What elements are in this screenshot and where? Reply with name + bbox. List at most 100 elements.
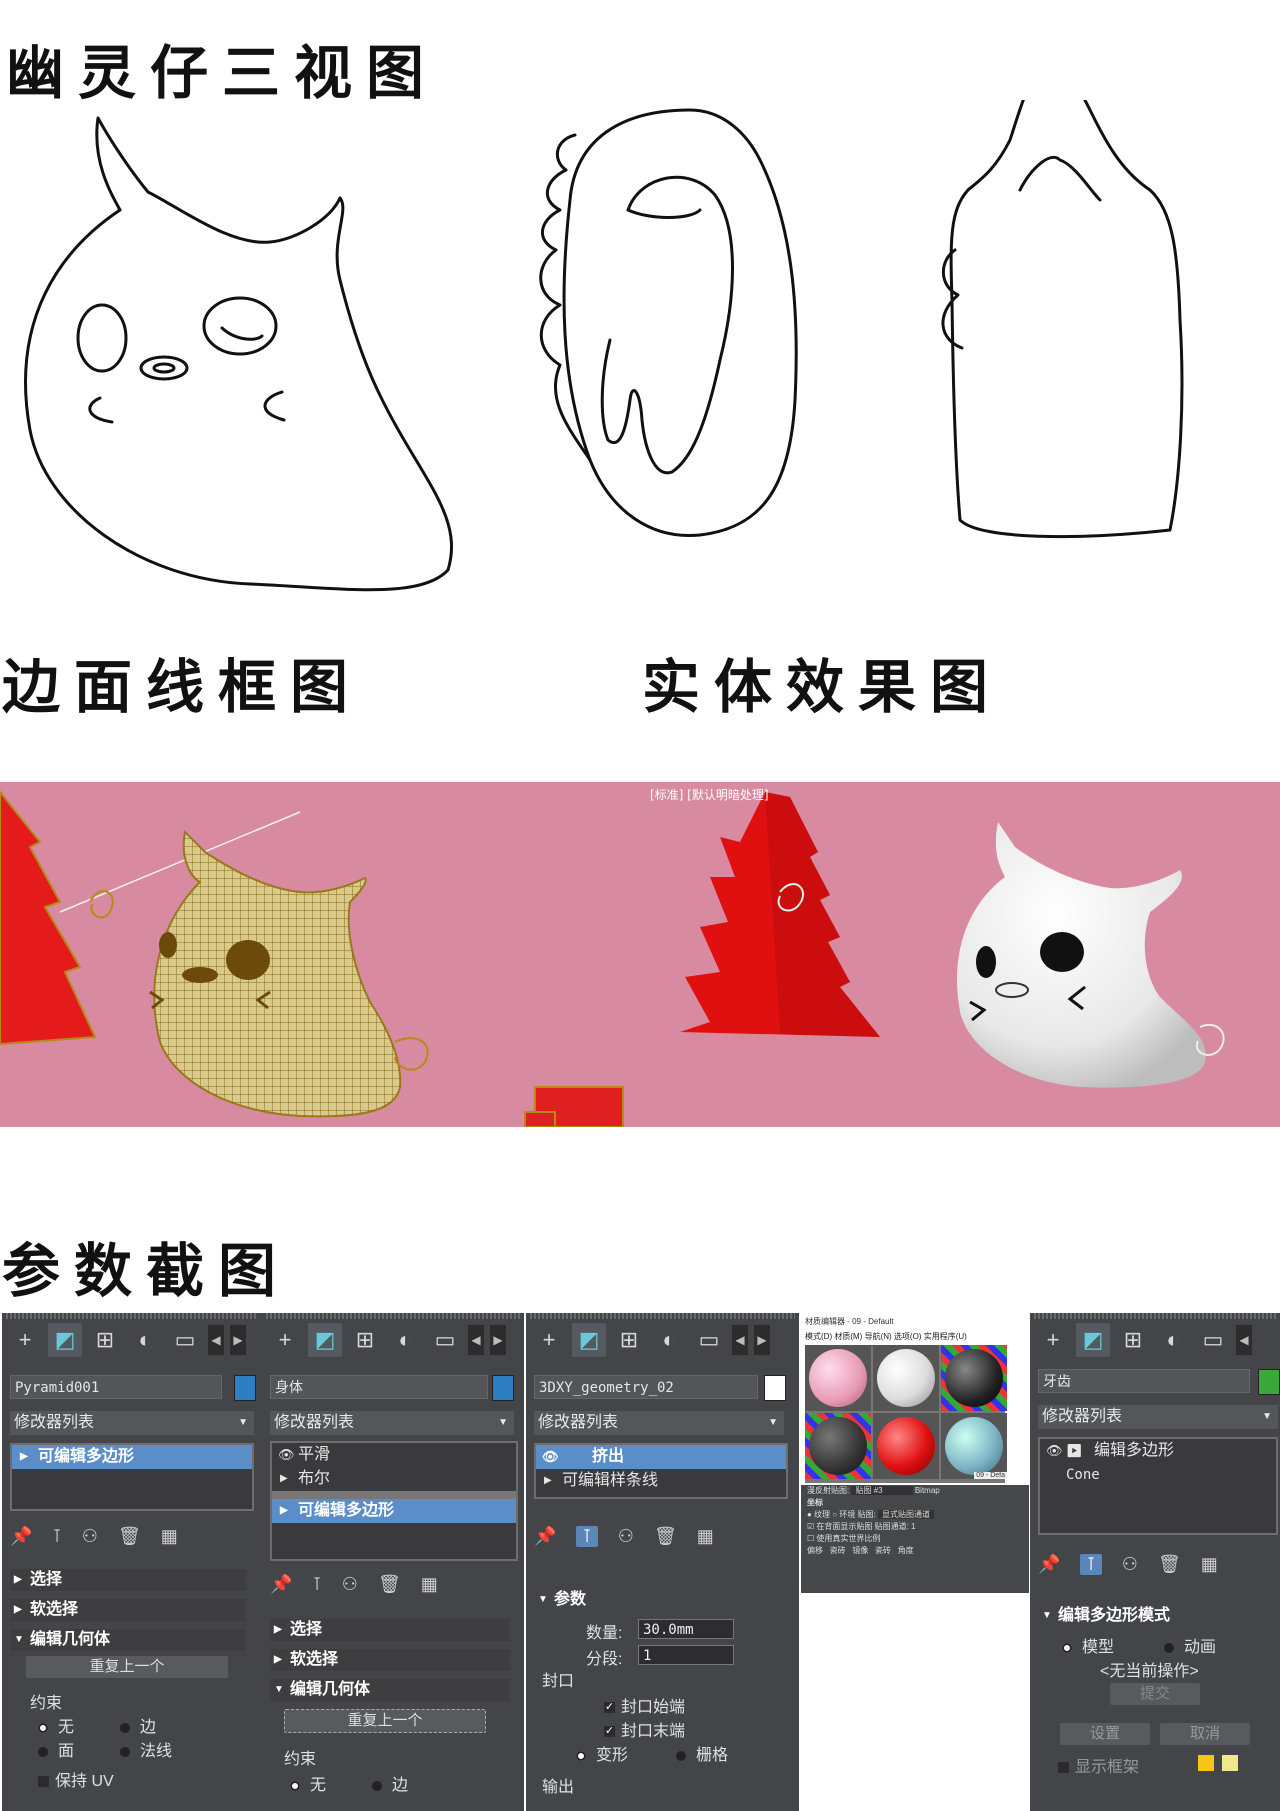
object-name-field[interactable]: 身体: [270, 1375, 488, 1399]
modifier-list-dropdown[interactable]: 修改器列表 ▼: [270, 1411, 514, 1435]
eye-icon[interactable]: 👁 ▶: [1046, 1439, 1083, 1463]
show-end-result-icon[interactable]: ⊺: [576, 1525, 598, 1547]
scroll-left-icon[interactable]: ◀: [732, 1325, 748, 1355]
make-unique-icon[interactable]: ⚇: [82, 1526, 98, 1547]
display-tab-icon[interactable]: ▭: [692, 1323, 726, 1357]
amount-spinner[interactable]: 30.0mm: [638, 1619, 734, 1639]
mapping-dropdown[interactable]: 显式贴图通道: [878, 1510, 935, 1519]
display-tab-icon[interactable]: ▭: [168, 1323, 202, 1357]
remove-modifier-icon[interactable]: 🗑: [1158, 1554, 1181, 1575]
constraint-edge-radio[interactable]: 边: [120, 1713, 156, 1737]
material-slot-checker[interactable]: [805, 1413, 871, 1479]
material-slot-white[interactable]: [873, 1345, 939, 1411]
menu-modes[interactable]: 模式(D): [805, 1332, 832, 1341]
hierarchy-tab-icon[interactable]: ⊞: [348, 1323, 382, 1357]
material-slot-pink[interactable]: [805, 1345, 871, 1411]
rollout-edit-geometry[interactable]: ▼ 编辑几何体: [270, 1679, 510, 1701]
material-slot-blue[interactable]: 09 - Defa: [941, 1413, 1007, 1479]
expand-icon[interactable]: ▶: [544, 1469, 552, 1493]
modify-tab-icon[interactable]: ◩: [1076, 1323, 1110, 1357]
hierarchy-tab-icon[interactable]: ⊞: [612, 1323, 646, 1357]
create-tab-icon[interactable]: +: [268, 1323, 302, 1357]
wireframe-viewport[interactable]: [0, 782, 640, 1127]
motion-tab-icon[interactable]: ◐: [388, 1323, 422, 1357]
hierarchy-tab-icon[interactable]: ⊞: [1116, 1323, 1150, 1357]
show-end-result-icon[interactable]: ⊺: [312, 1574, 321, 1595]
modifier-list-dropdown[interactable]: 修改器列表 ▼: [534, 1411, 784, 1435]
rollout-soft-selection[interactable]: ▶ 软选择: [10, 1599, 246, 1621]
object-color-swatch[interactable]: [492, 1375, 514, 1401]
motion-tab-icon[interactable]: ◐: [1156, 1323, 1190, 1357]
constraint-face-radio[interactable]: 面: [38, 1737, 74, 1761]
rollout-soft-selection[interactable]: ▶ 软选择: [270, 1649, 510, 1671]
configure-sets-icon[interactable]: ▦: [1201, 1554, 1218, 1575]
menu-navigation[interactable]: 导航(N): [865, 1332, 892, 1341]
create-tab-icon[interactable]: +: [8, 1323, 42, 1357]
object-name-field[interactable]: 3DXY_geometry_02: [534, 1375, 758, 1399]
scroll-left-icon[interactable]: ◀: [1236, 1325, 1252, 1355]
stack-item-boolean[interactable]: ▶ 布尔: [272, 1467, 516, 1491]
constraint-edge-radio[interactable]: 边: [372, 1771, 408, 1795]
scroll-right-icon[interactable]: ▶: [490, 1325, 506, 1355]
expand-icon[interactable]: ▶: [280, 1467, 288, 1491]
configure-sets-icon[interactable]: ▦: [421, 1574, 438, 1595]
repeat-last-button[interactable]: 重复上一个: [26, 1656, 228, 1678]
pin-stack-icon[interactable]: 📌: [270, 1574, 292, 1595]
make-unique-icon[interactable]: ⚇: [1122, 1554, 1138, 1575]
stack-item-editable-spline[interactable]: ▶ 可编辑样条线: [536, 1469, 786, 1493]
menu-material[interactable]: 材质(M): [834, 1332, 862, 1341]
make-unique-icon[interactable]: ⚇: [618, 1526, 634, 1547]
rollout-edit-geometry[interactable]: ▼ 编辑几何体: [10, 1629, 246, 1651]
cage-color-swatch-1[interactable]: [1198, 1755, 1214, 1771]
expand-icon[interactable]: ▶: [20, 1445, 28, 1469]
create-tab-icon[interactable]: +: [532, 1323, 566, 1357]
remove-modifier-icon[interactable]: 🗑: [118, 1526, 141, 1547]
material-slot-glass[interactable]: [941, 1345, 1007, 1411]
settings-button[interactable]: 设置: [1060, 1723, 1150, 1745]
object-name-field[interactable]: 牙齿: [1038, 1369, 1250, 1393]
pin-stack-icon[interactable]: 📌: [534, 1526, 556, 1547]
hierarchy-tab-icon[interactable]: ⊞: [88, 1323, 122, 1357]
motion-tab-icon[interactable]: ◐: [128, 1323, 162, 1357]
modify-tab-icon[interactable]: ◩: [572, 1323, 606, 1357]
modifier-list-dropdown[interactable]: 修改器列表 ▼: [10, 1411, 254, 1435]
pin-stack-icon[interactable]: 📌: [1038, 1554, 1060, 1575]
eye-icon[interactable]: 👁: [542, 1445, 559, 1469]
coords-rollout[interactable]: 坐标: [801, 1497, 1029, 1509]
viewport-label[interactable]: [标准] [默认明暗处理]: [650, 786, 769, 803]
configure-sets-icon[interactable]: ▦: [697, 1526, 714, 1547]
model-mode-radio[interactable]: 模型: [1062, 1633, 1114, 1657]
menu-utilities[interactable]: 实用程序(U): [924, 1332, 967, 1341]
preserve-uv-checkbox[interactable]: 保持 UV: [38, 1767, 114, 1791]
repeat-last-button[interactable]: 重复上一个: [284, 1709, 486, 1733]
modifier-list-dropdown[interactable]: 修改器列表 ▼: [1038, 1405, 1278, 1429]
cancel-button[interactable]: 取消: [1160, 1723, 1250, 1745]
configure-sets-icon[interactable]: ▦: [161, 1526, 178, 1547]
modify-tab-icon[interactable]: ◩: [308, 1323, 342, 1357]
constraint-normal-radio[interactable]: 法线: [120, 1737, 172, 1761]
rollout-edit-poly-mode[interactable]: ▼ 编辑多边形模式: [1038, 1605, 1272, 1627]
make-unique-icon[interactable]: ⚇: [342, 1574, 358, 1595]
object-name-field[interactable]: Pyramid001: [10, 1375, 222, 1399]
remove-modifier-icon[interactable]: 🗑: [378, 1574, 401, 1595]
modify-tab-icon[interactable]: ◩: [48, 1323, 82, 1357]
map-name-field[interactable]: 贴图 #3: [851, 1486, 913, 1495]
object-color-swatch[interactable]: [1258, 1369, 1280, 1395]
menu-options[interactable]: 选项(O): [894, 1332, 922, 1341]
scroll-right-icon[interactable]: ▶: [754, 1325, 770, 1355]
show-cage-checkbox[interactable]: 显示框架: [1058, 1753, 1139, 1777]
rollout-selection[interactable]: ▶ 选择: [270, 1619, 510, 1641]
commit-button[interactable]: 提交: [1110, 1683, 1200, 1705]
stack-item-smooth[interactable]: 👁 平滑: [272, 1443, 516, 1467]
cap-start-checkbox[interactable]: ✓ 封口始端: [604, 1693, 685, 1717]
real-world-checkbox[interactable]: ☐ 使用真实世界比例: [801, 1533, 1029, 1545]
animate-mode-radio[interactable]: 动画: [1164, 1633, 1216, 1657]
stack-item-editable-poly[interactable]: ▶ 可编辑多边形: [272, 1499, 516, 1523]
constraint-none-radio[interactable]: 无: [38, 1713, 74, 1737]
show-map-back-checkbox[interactable]: ☑ 在背面显示贴图 贴图通道: 1: [801, 1521, 1029, 1533]
constraint-none-radio[interactable]: 无: [290, 1771, 326, 1795]
object-color-swatch[interactable]: [764, 1375, 786, 1401]
rollout-parameters[interactable]: ▼ 参数: [534, 1589, 788, 1611]
object-color-swatch[interactable]: [234, 1375, 256, 1401]
remove-modifier-icon[interactable]: 🗑: [654, 1526, 677, 1547]
